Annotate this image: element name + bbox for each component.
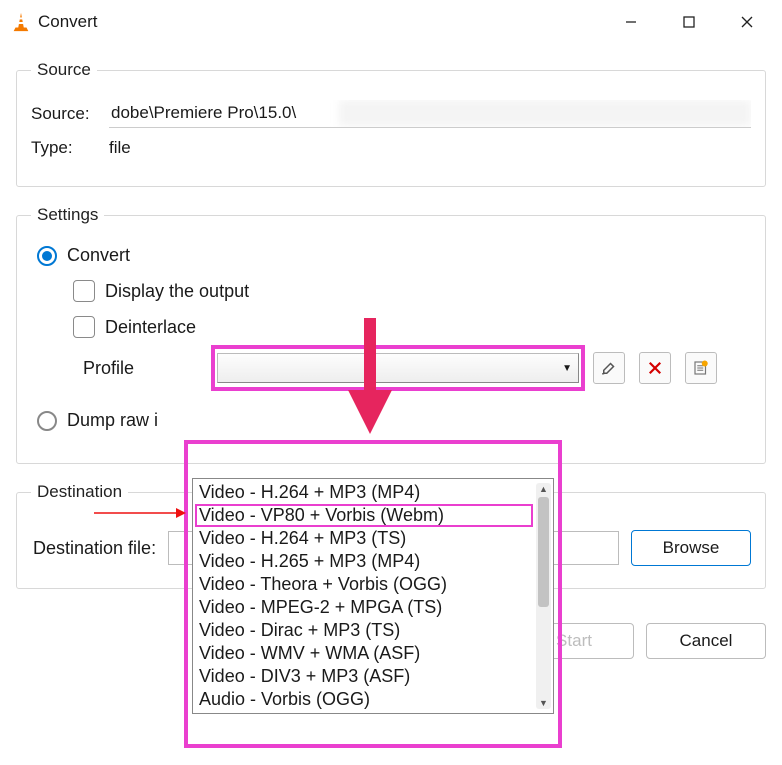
type-value: file <box>109 138 131 158</box>
scrollbar-thumb[interactable] <box>538 497 549 607</box>
convert-radio-label: Convert <box>67 245 130 266</box>
display-output-label: Display the output <box>105 281 249 302</box>
source-path-field: dobe\Premiere Pro\15.0\ <box>109 100 751 128</box>
profile-option[interactable]: Video - H.264 + MP3 (MP4) <box>195 481 533 504</box>
dropdown-scrollbar[interactable]: ▲ ▼ <box>536 483 551 709</box>
chevron-down-icon: ▼ <box>562 363 572 374</box>
profile-option[interactable]: Video - DIV3 + MP3 (ASF) <box>195 665 533 688</box>
destination-file-label: Destination file: <box>33 538 156 559</box>
dump-raw-label: Dump raw i <box>67 410 158 431</box>
source-group: Source Source: dobe\Premiere Pro\15.0\ T… <box>16 60 766 187</box>
cancel-button[interactable]: Cancel <box>646 623 766 659</box>
destination-legend: Destination <box>31 482 128 502</box>
profile-option[interactable]: Video - H.265 + MP3 (MP4) <box>195 550 533 573</box>
profile-delete-button[interactable] <box>639 352 671 384</box>
type-label: Type: <box>31 138 99 158</box>
convert-radio[interactable] <box>37 246 57 266</box>
titlebar: Convert <box>0 0 782 44</box>
vlc-icon <box>10 11 32 33</box>
dump-raw-radio[interactable] <box>37 411 57 431</box>
profile-option[interactable]: Video - H.264 + MP3 (TS) <box>195 527 533 550</box>
minimize-button[interactable] <box>602 2 660 42</box>
profile-option[interactable]: Video - MPEG-2 + MPGA (TS) <box>195 596 533 619</box>
profile-option[interactable]: Audio - Vorbis (OGG) <box>195 688 533 711</box>
profile-option[interactable]: Video - Theora + Vorbis (OGG) <box>195 573 533 596</box>
profile-dropdown[interactable]: ▼ <box>217 353 579 383</box>
close-button[interactable] <box>718 2 776 42</box>
browse-button[interactable]: Browse <box>631 530 751 566</box>
profile-option[interactable]: Video - WMV + WMA (ASF) <box>195 642 533 665</box>
maximize-button[interactable] <box>660 2 718 42</box>
profile-new-button[interactable] <box>685 352 717 384</box>
profile-label: Profile <box>83 358 203 379</box>
profile-edit-button[interactable] <box>593 352 625 384</box>
source-legend: Source <box>31 60 97 80</box>
settings-legend: Settings <box>31 205 104 225</box>
settings-group: Settings Convert Display the output Dein… <box>16 205 766 464</box>
window-title: Convert <box>32 12 602 32</box>
display-output-checkbox[interactable] <box>73 280 95 302</box>
profile-option[interactable]: Video - VP80 + Vorbis (Webm) <box>195 504 533 527</box>
deinterlace-label: Deinterlace <box>105 317 196 338</box>
profile-dropdown-list[interactable]: ▲ ▼ Video - H.264 + MP3 (MP4) Video - VP… <box>192 478 554 714</box>
profile-option[interactable]: Video - Dirac + MP3 (TS) <box>195 619 533 642</box>
deinterlace-checkbox[interactable] <box>73 316 95 338</box>
source-label: Source: <box>31 104 99 124</box>
